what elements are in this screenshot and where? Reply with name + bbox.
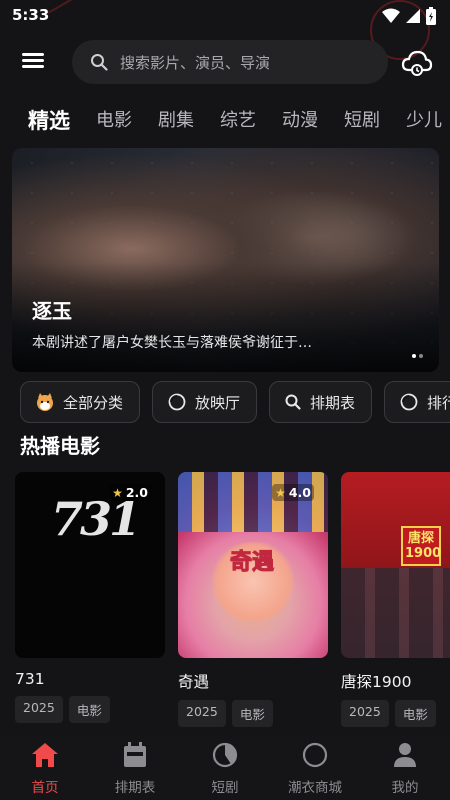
movie-title[interactable]: 唐探1900 bbox=[341, 670, 450, 692]
tab-kids[interactable]: 少儿 bbox=[406, 104, 442, 138]
category-mascot-icon bbox=[35, 392, 55, 412]
movie-poster[interactable]: 奇遇 ★ 4.0 bbox=[178, 472, 328, 658]
category-tabs: 精选 电影 剧集 综艺 动漫 短剧 少儿 bbox=[0, 104, 450, 138]
poster-artwork bbox=[341, 568, 450, 658]
type-tag: 电影 bbox=[394, 700, 436, 727]
star-icon: ★ bbox=[112, 485, 123, 500]
schedule-button[interactable]: 排期表 bbox=[269, 381, 373, 423]
poster-title-art: 奇遇 bbox=[229, 550, 275, 576]
pager-dot bbox=[412, 354, 416, 358]
nav-profile[interactable]: 我的 bbox=[365, 740, 445, 796]
circle-icon bbox=[302, 740, 328, 770]
pager-dot bbox=[419, 354, 423, 358]
menu-icon bbox=[22, 53, 44, 56]
year-tag: 2025 bbox=[341, 700, 389, 727]
movie-card[interactable]: 731 ★ 2.0 731 2025 电影 bbox=[15, 472, 165, 727]
user-icon bbox=[393, 740, 417, 770]
movie-list: 731 ★ 2.0 731 2025 电影 奇遇 ★ 4.0 奇遇 2025 电影 … bbox=[15, 472, 450, 727]
banner-description: 本剧讲述了屠户女樊长玉与落难侯爷谢征于… bbox=[32, 335, 312, 351]
featured-banner[interactable]: 逐玉 本剧讲述了屠户女樊长玉与落难侯爷谢征于… bbox=[12, 148, 439, 372]
status-icons bbox=[382, 7, 436, 25]
menu-button[interactable] bbox=[22, 50, 52, 74]
poster-title-art: 唐探1900 bbox=[401, 526, 441, 566]
pie-chart-icon bbox=[212, 740, 238, 770]
ranking-icon bbox=[399, 392, 419, 412]
screening-hall-button[interactable]: 放映厅 bbox=[152, 381, 258, 423]
search-input[interactable]: 搜索影片、演员、导演 bbox=[72, 40, 388, 84]
nav-label: 短剧 bbox=[211, 780, 239, 796]
type-tag: 电影 bbox=[68, 696, 110, 723]
nav-label: 排期表 bbox=[114, 780, 156, 796]
year-tag: 2025 bbox=[178, 700, 226, 727]
status-bar: 5:33 bbox=[0, 0, 450, 60]
rating-badge: ★ 4.0 bbox=[272, 484, 314, 501]
poster-subtitle-art bbox=[37, 562, 40, 569]
bottom-nav: 首页 排期表 短剧 潮衣商城 我的 bbox=[0, 736, 450, 800]
search-icon bbox=[284, 393, 302, 411]
section-title: 热播电影 bbox=[20, 434, 100, 458]
screening-hall-icon bbox=[167, 392, 187, 412]
nav-schedule[interactable]: 排期表 bbox=[95, 740, 175, 796]
tab-series[interactable]: 剧集 bbox=[158, 104, 194, 138]
chip-label: 放映厅 bbox=[195, 393, 241, 412]
chip-label: 排行 bbox=[427, 393, 450, 412]
nav-label: 首页 bbox=[31, 780, 59, 796]
star-icon: ★ bbox=[275, 485, 286, 500]
nav-shop[interactable]: 潮衣商城 bbox=[275, 740, 355, 796]
quick-links: 全部分类 放映厅 排期表 排行 bbox=[20, 381, 450, 423]
tab-featured[interactable]: 精选 bbox=[28, 104, 70, 138]
movie-card[interactable]: 唐探1900 唐探1900 2025 电影 bbox=[341, 472, 450, 727]
nav-label: 潮衣商城 bbox=[288, 780, 342, 796]
cloud-sync-button[interactable] bbox=[400, 46, 434, 80]
tab-short-drama[interactable]: 短剧 bbox=[344, 104, 380, 138]
movie-tags: 2025 电影 bbox=[178, 700, 328, 727]
all-categories-button[interactable]: 全部分类 bbox=[20, 381, 141, 423]
chip-label: 排期表 bbox=[310, 393, 356, 412]
banner-title: 逐玉 bbox=[32, 299, 72, 323]
cloud-icon bbox=[401, 50, 433, 76]
movie-tags: 2025 电影 bbox=[341, 700, 450, 727]
banner-pager bbox=[412, 354, 423, 358]
movie-poster[interactable]: 731 ★ 2.0 bbox=[15, 472, 165, 658]
movie-tags: 2025 电影 bbox=[15, 696, 165, 723]
chip-label: 全部分类 bbox=[63, 393, 124, 412]
home-icon bbox=[31, 740, 59, 770]
poster-artwork bbox=[178, 472, 328, 532]
movie-poster[interactable]: 唐探1900 bbox=[341, 472, 450, 658]
type-tag: 电影 bbox=[231, 700, 273, 727]
tab-variety[interactable]: 综艺 bbox=[220, 104, 256, 138]
year-tag: 2025 bbox=[15, 696, 63, 723]
movie-title[interactable]: 奇遇 bbox=[178, 670, 328, 692]
movie-title[interactable]: 731 bbox=[15, 670, 165, 688]
ranking-button[interactable]: 排行 bbox=[384, 381, 450, 423]
status-time: 5:33 bbox=[12, 6, 50, 24]
calendar-icon bbox=[123, 740, 147, 770]
rating-value: 2.0 bbox=[125, 485, 148, 500]
wifi-icon bbox=[382, 8, 400, 23]
rating-badge: ★ 2.0 bbox=[109, 484, 151, 501]
tab-movies[interactable]: 电影 bbox=[96, 104, 132, 138]
nav-home[interactable]: 首页 bbox=[5, 740, 85, 796]
search-icon bbox=[91, 54, 108, 71]
nav-label: 我的 bbox=[391, 780, 419, 796]
battery-icon bbox=[426, 7, 436, 25]
movie-card[interactable]: 奇遇 ★ 4.0 奇遇 2025 电影 bbox=[178, 472, 328, 727]
search-header: 搜索影片、演员、导演 bbox=[0, 40, 450, 84]
nav-short-drama[interactable]: 短剧 bbox=[185, 740, 265, 796]
search-placeholder: 搜索影片、演员、导演 bbox=[120, 53, 271, 72]
tab-anime[interactable]: 动漫 bbox=[282, 104, 318, 138]
rating-value: 4.0 bbox=[288, 485, 311, 500]
signal-icon bbox=[406, 9, 420, 23]
